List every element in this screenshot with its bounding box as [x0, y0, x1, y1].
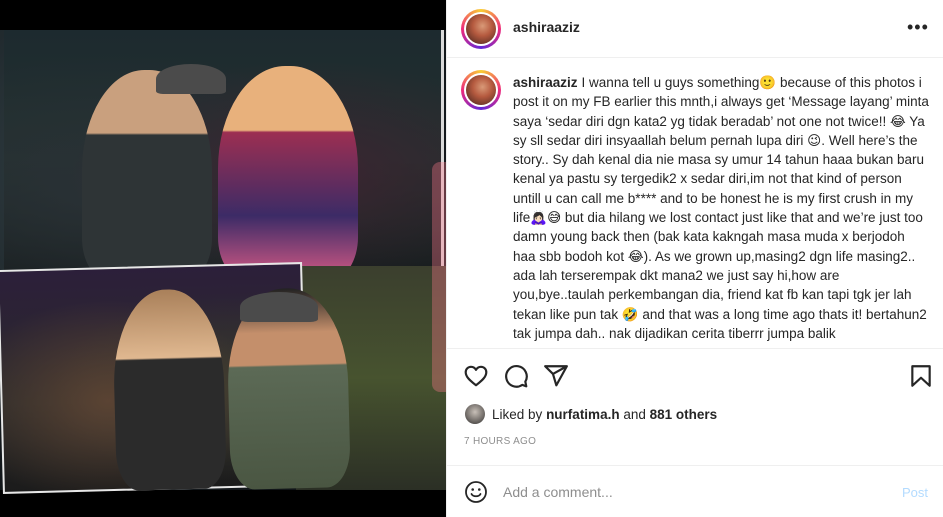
likes-prefix: Liked by: [492, 407, 543, 422]
cap-top: [156, 64, 226, 94]
liker-avatar[interactable]: [465, 404, 485, 424]
header-username[interactable]: ashiraaziz: [513, 19, 580, 35]
bookmark-icon[interactable]: [908, 363, 934, 389]
comment-input[interactable]: [503, 479, 883, 505]
action-bar: [447, 348, 943, 402]
post-header: ashiraaziz •••: [447, 0, 943, 58]
caption-area: ashiraaziz I wanna tell u guys something🙂…: [447, 58, 943, 348]
likes-others[interactable]: 881 others: [650, 407, 718, 422]
person-woman-bottom: [111, 288, 227, 491]
post-timestamp[interactable]: 7 HOURS AGO: [464, 436, 536, 447]
heart-icon[interactable]: [463, 363, 489, 389]
avatar-image: [466, 14, 496, 44]
liker-username[interactable]: nurfatima.h: [546, 407, 620, 422]
post-button[interactable]: Post: [902, 485, 928, 500]
caption-avatar-image: [466, 75, 496, 105]
photo-collage: [0, 30, 446, 494]
comment-bar: Post: [447, 465, 943, 517]
photo-top: [4, 30, 444, 290]
post-image-clip: MK: [0, 0, 446, 517]
person-woman-top: [218, 66, 358, 280]
caption-text: I wanna tell u guys something🙂 because o…: [513, 75, 929, 341]
caption-avatar[interactable]: [461, 70, 501, 110]
caption-username[interactable]: ashiraaziz: [513, 75, 578, 90]
likes-text: Liked by nurfatima.h and 881 others: [492, 407, 717, 422]
comment-icon[interactable]: [503, 363, 529, 389]
emoji-icon[interactable]: [464, 480, 488, 504]
post-panel: ashiraaziz ••• ashiraaziz I wanna tell u …: [446, 0, 943, 517]
likes-and: and: [623, 407, 646, 422]
post-image[interactable]: MK: [0, 0, 446, 517]
person-man-top: [82, 70, 212, 280]
more-horizontal-icon[interactable]: •••: [907, 18, 929, 36]
cap-bottom: [240, 292, 318, 322]
avatar[interactable]: [461, 9, 501, 49]
share-icon[interactable]: [543, 363, 569, 389]
post-caption: ashiraaziz I wanna tell u guys something🙂…: [513, 73, 931, 343]
watermark-logo: [432, 162, 446, 392]
